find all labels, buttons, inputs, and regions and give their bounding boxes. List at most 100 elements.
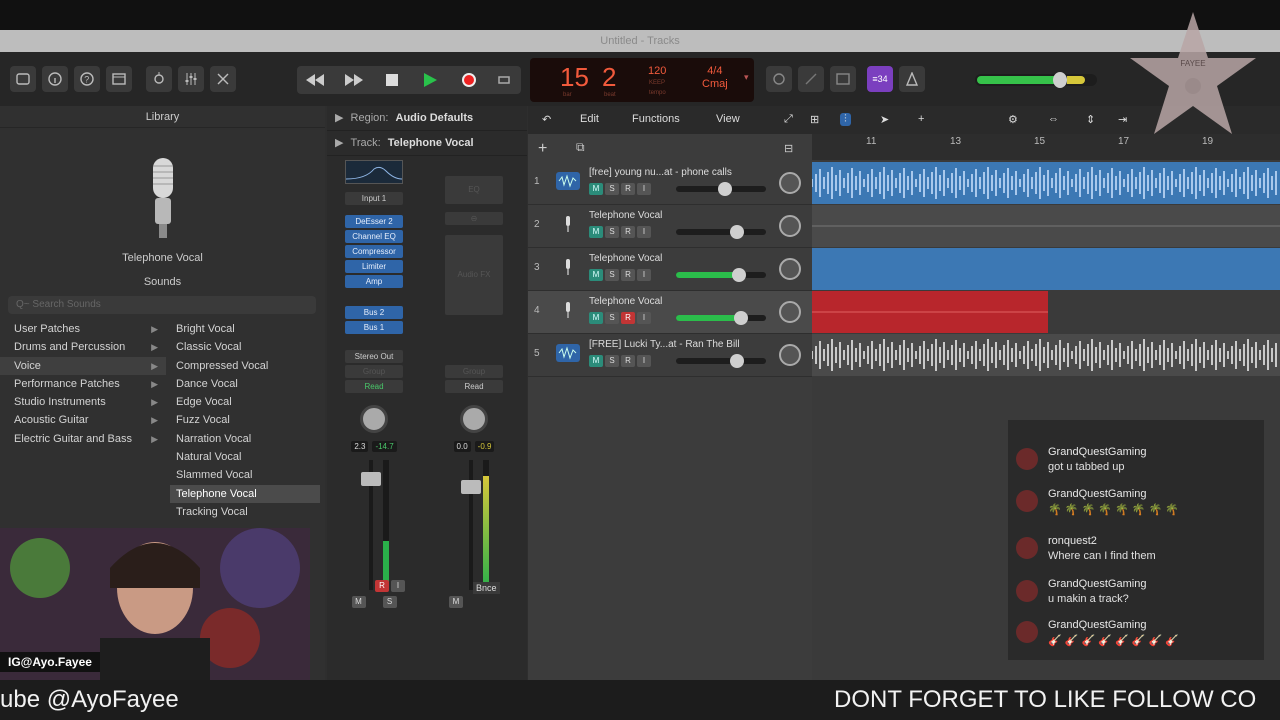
cycle-icon[interactable] bbox=[491, 67, 517, 93]
lcd-display[interactable]: 15 2 bar beat 120 KEEP tempo 4/4 Cmaj ▾ bbox=[530, 58, 754, 102]
track-input-button[interactable]: I bbox=[637, 269, 651, 281]
mute-button[interactable]: M bbox=[351, 596, 366, 608]
record-icon[interactable] bbox=[456, 67, 482, 93]
track-record-button[interactable]: R bbox=[621, 312, 635, 324]
audio-fx-slot[interactable]: Audio FX bbox=[445, 235, 503, 315]
pencil-tool-icon[interactable]: + bbox=[918, 113, 924, 125]
track-input-button[interactable]: I bbox=[637, 355, 651, 367]
library-search-input[interactable]: Q~ Search Sounds bbox=[8, 296, 316, 314]
patch-item[interactable]: Natural Vocal bbox=[170, 448, 320, 466]
track-record-button[interactable]: R bbox=[621, 355, 635, 367]
flex-icon[interactable]: ⊞ bbox=[810, 113, 819, 126]
automation-icon[interactable]: ⤢ bbox=[784, 113, 793, 126]
pan-knob[interactable] bbox=[360, 405, 388, 433]
track-header[interactable]: 5 [FREE] Lucki Ty...at - Ran The Bill M S R I bbox=[528, 334, 812, 377]
track-volume-knob[interactable] bbox=[730, 354, 744, 368]
track-pan-knob[interactable] bbox=[779, 172, 801, 194]
automation-slot[interactable]: Read bbox=[445, 380, 503, 393]
eq-thumbnail[interactable] bbox=[345, 160, 403, 184]
audio-region-telephone-vocal-2[interactable] bbox=[812, 205, 1280, 247]
track-mute-button[interactable]: M bbox=[589, 312, 603, 324]
zoom-horizontal-icon[interactable]: ⇔ bbox=[1048, 113, 1059, 125]
editors-icon[interactable] bbox=[210, 66, 236, 92]
duplicate-track-icon[interactable]: ⧉ bbox=[576, 140, 585, 155]
track-name[interactable]: Telephone Vocal bbox=[589, 210, 662, 221]
track-volume-slider[interactable] bbox=[676, 311, 766, 325]
category-item[interactable]: Acoustic Guitar ▶ bbox=[0, 411, 166, 429]
fast-forward-icon[interactable] bbox=[341, 67, 367, 93]
track-inspector-row[interactable]: ▶ Track: Telephone Vocal bbox=[327, 131, 527, 156]
snap-icon[interactable]: ⚙ bbox=[1008, 113, 1018, 126]
metronome-icon[interactable] bbox=[899, 66, 925, 92]
track-input-button[interactable]: I bbox=[637, 183, 651, 195]
master-volume-slider[interactable] bbox=[975, 72, 1097, 88]
category-item[interactable]: Voice ▶ bbox=[0, 356, 166, 375]
patch-item[interactable]: Edge Vocal bbox=[170, 393, 320, 411]
track-header[interactable]: 2 Telephone Vocal M S R I bbox=[528, 205, 812, 248]
lcd-tempo[interactable]: 120 bbox=[648, 65, 666, 78]
toolbar-toggle-icon[interactable] bbox=[106, 66, 132, 92]
category-item[interactable]: Studio Instruments ▶ bbox=[0, 393, 166, 411]
chat-username[interactable]: GrandQuestGaming bbox=[1048, 446, 1146, 458]
fader-cap[interactable] bbox=[461, 480, 481, 494]
functions-menu[interactable]: Functions bbox=[632, 113, 680, 125]
track-volume-slider[interactable] bbox=[676, 225, 766, 239]
patch-item[interactable]: Classic Vocal bbox=[170, 338, 320, 356]
patch-item[interactable]: Telephone Vocal bbox=[170, 484, 320, 503]
add-track-icon[interactable]: + bbox=[538, 140, 547, 158]
input-monitor-button[interactable]: I bbox=[391, 580, 405, 592]
chat-username[interactable]: GrandQuestGaming bbox=[1048, 488, 1146, 500]
track-header[interactable]: 3 Telephone Vocal M S R I bbox=[528, 248, 812, 291]
track-header[interactable]: 1 [free] young nu...at - phone calls M S R I bbox=[528, 162, 812, 205]
patch-item[interactable]: Dance Vocal bbox=[170, 375, 320, 393]
global-tracks-icon[interactable]: ⊟ bbox=[784, 142, 793, 155]
track-input-button[interactable]: I bbox=[637, 312, 651, 324]
track-volume-slider[interactable] bbox=[676, 182, 766, 196]
track-mute-button[interactable]: M bbox=[589, 226, 603, 238]
track-volume-slider[interactable] bbox=[676, 268, 766, 282]
play-icon[interactable] bbox=[417, 67, 443, 93]
track-mute-button[interactable]: M bbox=[589, 269, 603, 281]
smart-controls-icon[interactable] bbox=[146, 66, 172, 92]
track-name[interactable]: [free] young nu...at - phone calls bbox=[589, 167, 732, 178]
track-solo-button[interactable]: S bbox=[605, 183, 619, 195]
zoom-vertical-icon[interactable]: ⇕ bbox=[1086, 113, 1095, 126]
patch-item[interactable]: Narration Vocal bbox=[170, 430, 320, 448]
group-slot[interactable]: Group bbox=[345, 365, 403, 378]
audio-region-ran-the-bill[interactable] bbox=[812, 334, 1280, 376]
disclosure-triangle-icon[interactable]: ▶ bbox=[335, 137, 343, 149]
chat-username[interactable]: ronquest2 bbox=[1048, 535, 1097, 547]
plugin-slot[interactable]: DeEsser 2 bbox=[345, 215, 403, 228]
catch-icon[interactable]: ⫶ bbox=[840, 113, 851, 126]
track-mute-button[interactable]: M bbox=[589, 355, 603, 367]
count-in-icon[interactable]: ≡34 bbox=[867, 66, 893, 92]
pan-knob[interactable] bbox=[460, 405, 488, 433]
mixer-icon[interactable] bbox=[178, 66, 204, 92]
stop-icon[interactable] bbox=[379, 67, 405, 93]
track-solo-button[interactable]: S bbox=[605, 312, 619, 324]
recording-region-telephone-vocal-4[interactable] bbox=[812, 291, 1048, 333]
track-volume-knob[interactable] bbox=[718, 182, 732, 196]
track-pan-knob[interactable] bbox=[779, 301, 801, 323]
input-slot[interactable]: ⊖ bbox=[445, 212, 503, 225]
edit-menu[interactable]: Edit bbox=[580, 113, 599, 125]
input-slot[interactable]: Input 1 bbox=[345, 192, 403, 205]
track-volume-knob[interactable] bbox=[732, 268, 746, 282]
track-record-button[interactable]: R bbox=[621, 183, 635, 195]
solo-button[interactable]: S bbox=[382, 596, 397, 608]
track-pan-knob[interactable] bbox=[779, 344, 801, 366]
track-header[interactable]: 4 Telephone Vocal M S R I bbox=[528, 291, 812, 334]
fader-cap[interactable] bbox=[361, 472, 381, 486]
lcd-signature[interactable]: 4/4 Cmaj bbox=[702, 65, 728, 91]
disclosure-triangle-icon[interactable]: ▶ bbox=[335, 112, 343, 124]
category-item[interactable]: Performance Patches ▶ bbox=[0, 375, 166, 393]
track-name[interactable]: [FREE] Lucki Ty...at - Ran The Bill bbox=[589, 339, 740, 350]
lcd-dropdown-icon[interactable]: ▾ bbox=[744, 72, 749, 83]
eq-slot[interactable]: EQ bbox=[445, 176, 503, 204]
track-pan-knob[interactable] bbox=[779, 258, 801, 280]
back-icon[interactable]: ↶ bbox=[542, 113, 551, 126]
pointer-tool-icon[interactable]: ➤ bbox=[880, 113, 889, 126]
quick-help-icon[interactable]: ? bbox=[74, 66, 100, 92]
patch-item[interactable]: Fuzz Vocal bbox=[170, 411, 320, 429]
output-slot[interactable]: Stereo Out bbox=[345, 350, 403, 363]
